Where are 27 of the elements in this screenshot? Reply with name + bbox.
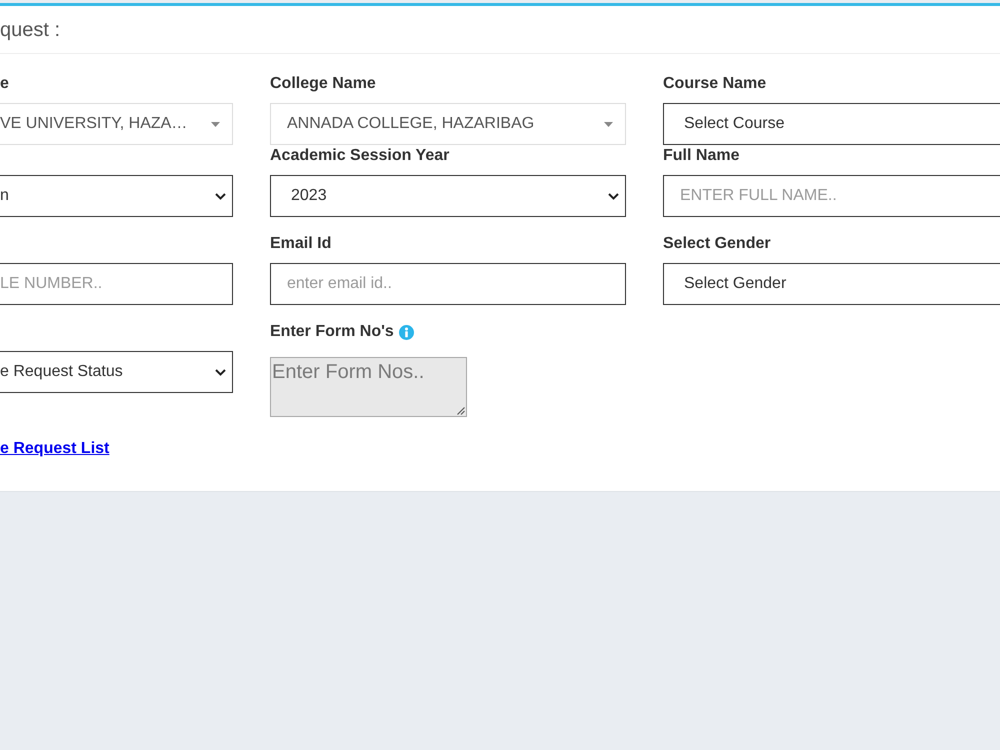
resize-handle-icon[interactable] [457,407,465,415]
card-title: quest : [0,18,60,42]
chevron-down-icon [215,192,226,200]
caret-icon [211,122,220,126]
field-label: Academic Session Year [270,146,450,166]
textarea-field[interactable]: Enter Form Nos.. [270,357,467,417]
text-field[interactable]: enter email id.. [270,263,626,305]
text-field[interactable]: ENTER FULL NAME.. [663,175,1000,217]
chevron-down-icon [215,368,226,376]
caret-icon [604,122,613,126]
dropdown-select[interactable]: VE UNIVERSITY, HAZA… [0,103,233,145]
dropdown-select[interactable]: Select Course [663,103,1000,145]
request-list-link[interactable]: e Request List [0,440,110,457]
chevron-down-icon [608,192,619,200]
dropdown-select[interactable]: ANNADA COLLEGE, HAZARIBAG [270,103,626,145]
field-label: Full Name [663,146,740,166]
field-label: College Name [270,74,376,94]
field-label: e [0,74,9,94]
field-label: Select Gender [663,234,771,254]
text-field[interactable]: LE NUMBER.. [0,263,233,305]
dropdown-select[interactable]: Select Gender [663,263,1000,305]
field-label: Course Name [663,74,766,94]
field-label: Email Id [270,234,332,254]
dropdown-select[interactable]: n [0,175,233,217]
dropdown-select[interactable]: e Request Status [0,351,233,393]
dropdown-select[interactable]: 2023 [270,175,626,217]
field-label: Enter Form No's [270,322,394,342]
